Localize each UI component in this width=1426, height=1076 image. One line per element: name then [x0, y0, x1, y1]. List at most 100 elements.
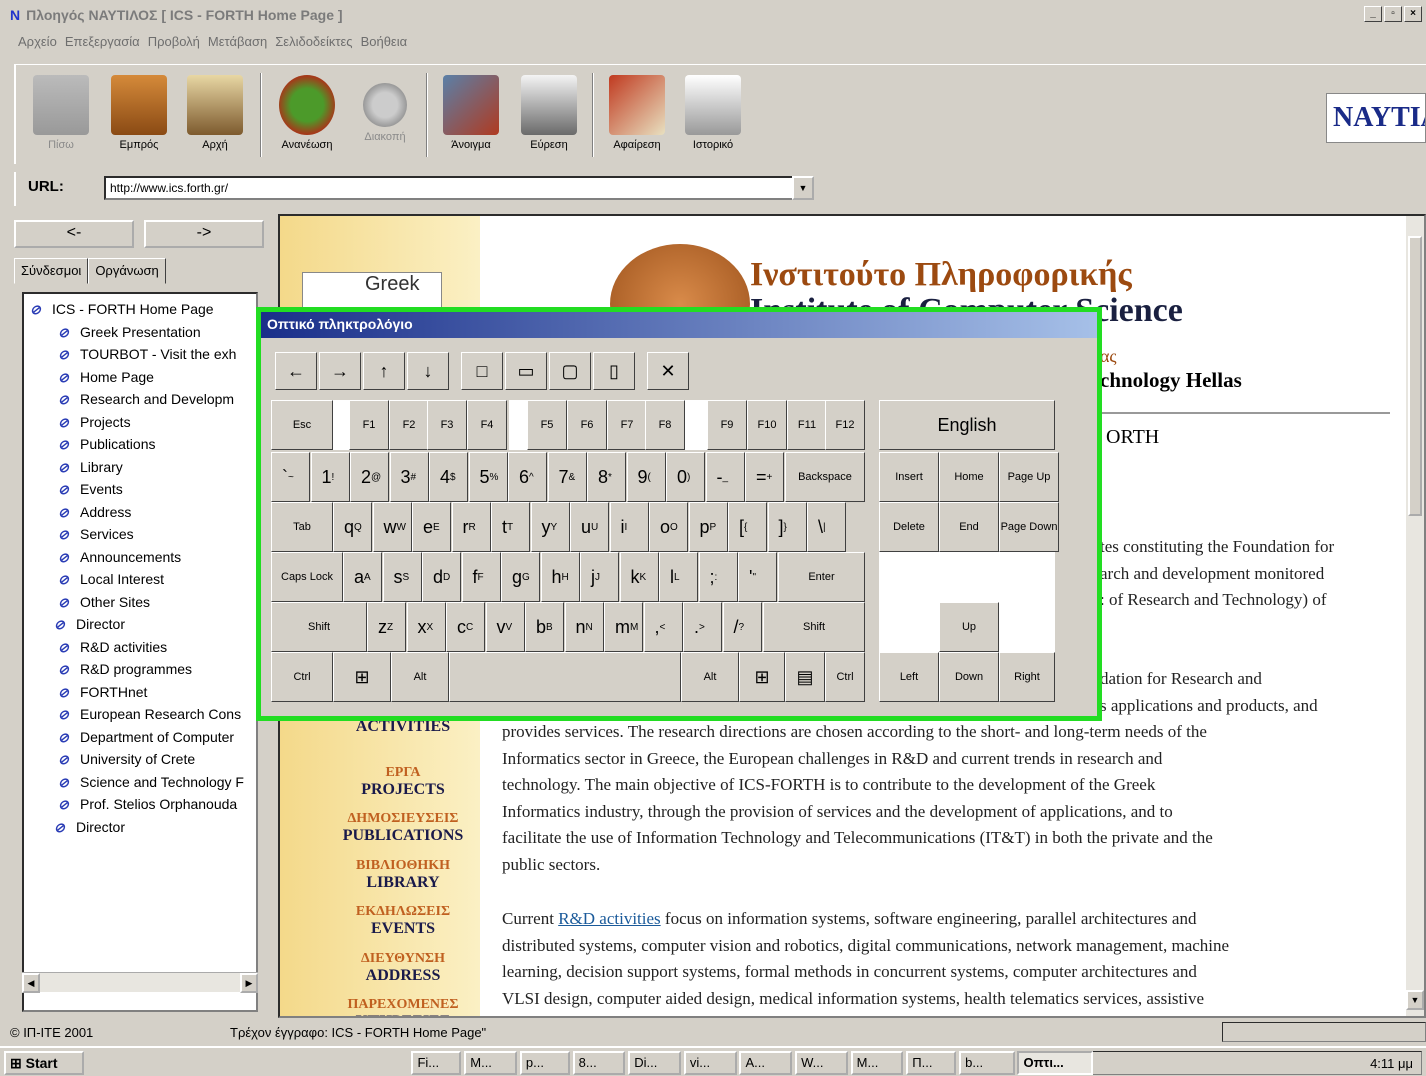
key-char[interactable]: [{: [728, 502, 767, 552]
open-button[interactable]: Άνοιγμα: [436, 69, 506, 161]
key-char[interactable]: dD: [422, 552, 461, 602]
key-f7[interactable]: F7: [607, 400, 647, 450]
key-f10[interactable]: F10: [747, 400, 787, 450]
scroll-left-button[interactable]: ◀: [22, 973, 40, 993]
key-char[interactable]: 0): [666, 452, 705, 502]
key-char[interactable]: \ |: [807, 502, 846, 552]
key-f5[interactable]: F5: [527, 400, 567, 450]
taskbar-task[interactable]: p...: [519, 1051, 570, 1075]
tree-item[interactable]: ⊘ Prof. Stelios Orphanouda: [58, 793, 237, 815]
key-char[interactable]: 1!: [310, 452, 350, 502]
key-f6[interactable]: F6: [567, 400, 607, 450]
tree-item[interactable]: ⊘ Announcements: [58, 546, 181, 568]
close-keyboard-tool[interactable]: ✕: [647, 352, 689, 390]
key-char[interactable]: 3 #: [389, 452, 429, 502]
key-char[interactable]: wW: [372, 502, 412, 552]
tree-item[interactable]: ⊘ ICS - FORTH Home Page: [30, 298, 214, 320]
key-ctrl-right[interactable]: Ctrl: [825, 652, 865, 702]
stop-button[interactable]: Διακοπή: [350, 69, 420, 161]
remove-button[interactable]: Αφαίρεση: [602, 69, 672, 161]
key-char[interactable]: 5%: [468, 452, 508, 502]
key-char[interactable]: yY: [530, 502, 570, 552]
site-nav-item[interactable]: ΠΑΡΕΧΟΜΕΝΕΣΥΠΗΡΕΣΙΕΣ: [328, 997, 478, 1016]
key-char[interactable]: eE: [412, 502, 451, 552]
key-char[interactable]: rR: [451, 502, 491, 552]
key-alt-left[interactable]: Alt: [391, 652, 449, 702]
key-char[interactable]: 6 ^: [508, 452, 547, 502]
start-button[interactable]: ⊞ Start: [4, 1051, 84, 1075]
key-char[interactable]: pP: [688, 502, 728, 552]
close-button[interactable]: ×: [1404, 6, 1422, 22]
key-char[interactable]: oO: [649, 502, 688, 552]
tree-item[interactable]: ⊘ Services: [58, 523, 134, 545]
scroll-thumb[interactable]: [1408, 236, 1422, 516]
tree-item[interactable]: ⊘ Department of Computer: [58, 726, 234, 748]
tree-item[interactable]: ⊘ Projects: [58, 411, 131, 433]
key-shift-right[interactable]: Shift: [763, 602, 865, 652]
key-char[interactable]: sS: [382, 552, 422, 602]
tree-item[interactable]: ⊘ R&D activities: [58, 636, 167, 658]
key-char[interactable]: uU: [570, 502, 609, 552]
content-vscrollbar[interactable]: ▼: [1406, 216, 1424, 1016]
menu-file[interactable]: Αρχείο: [18, 34, 57, 56]
sidebar-forward-button[interactable]: ->: [144, 220, 264, 248]
tree-item[interactable]: ⊘ Library: [58, 456, 123, 478]
taskbar-task[interactable]: A...: [739, 1051, 793, 1075]
key-char[interactable]: bB: [525, 602, 564, 652]
site-nav-item[interactable]: ΔΙΕΥΘΥΝΣΗ ADDRESS: [328, 951, 478, 985]
back-button[interactable]: Πίσω: [26, 69, 96, 161]
taskbar-task[interactable]: 8...: [572, 1051, 626, 1075]
key-alt-right[interactable]: Alt: [681, 652, 739, 702]
key-f3[interactable]: F3: [427, 400, 467, 450]
key-esc[interactable]: Esc: [271, 400, 333, 450]
key-menu[interactable]: ▤: [785, 652, 825, 702]
reload-button[interactable]: Ανανέωση: [272, 69, 342, 161]
key-char[interactable]: mM: [604, 602, 643, 652]
key-char[interactable]: . >: [683, 602, 722, 652]
key-char[interactable]: iI: [609, 502, 649, 552]
tree-item[interactable]: ⊘ University of Crete: [58, 748, 195, 770]
tree-item[interactable]: ⊘ TOURBOT - Visit the exh: [58, 343, 236, 365]
key-right[interactable]: Right: [999, 652, 1055, 702]
key-f8[interactable]: F8: [645, 400, 685, 450]
key-char[interactable]: tT: [491, 502, 530, 552]
key-char[interactable]: /?: [722, 602, 762, 652]
key-f4[interactable]: F4: [467, 400, 507, 450]
key-char[interactable]: ' ": [738, 552, 777, 602]
key-ctrl-left[interactable]: Ctrl: [271, 652, 333, 702]
scroll-down-button[interactable]: ▼: [1406, 990, 1424, 1010]
tree-item[interactable]: ⊘ Science and Technology F: [58, 771, 244, 793]
forward-button[interactable]: Εμπρός: [104, 69, 174, 161]
key-char[interactable]: fF: [461, 552, 501, 602]
key-shift-left[interactable]: Shift: [271, 602, 367, 652]
key-windows-left[interactable]: ⊞: [333, 652, 391, 702]
tree-item[interactable]: ⊘ Director: [54, 816, 125, 838]
taskbar-task[interactable]: M...: [850, 1051, 904, 1075]
tree-item[interactable]: ⊘ European Research Cons: [58, 703, 241, 725]
right-arrow-tool[interactable]: →: [319, 352, 361, 390]
key-char[interactable]: hH: [540, 552, 580, 602]
menu-help[interactable]: Βοήθεια: [361, 34, 408, 56]
home-button[interactable]: Αρχή: [180, 69, 250, 161]
tree-item[interactable]: ⊘ Greek Presentation: [58, 321, 201, 343]
tab-links[interactable]: Σύνδεσμοι: [14, 258, 89, 284]
key-char[interactable]: vV: [485, 602, 525, 652]
tree-item[interactable]: ⊘ Publications: [58, 433, 156, 455]
menu-bookmarks[interactable]: Σελιδοδείκτες: [275, 34, 352, 56]
key-char[interactable]: ]}: [767, 502, 807, 552]
url-dropdown-button[interactable]: ▼: [792, 176, 814, 200]
taskbar-task[interactable]: Οπτι...: [1017, 1051, 1093, 1075]
key-caps-lock[interactable]: Caps Lock: [271, 552, 343, 602]
key-char[interactable]: 2 @: [350, 452, 389, 502]
tree-item[interactable]: ⊘ Events: [58, 478, 123, 500]
key-char[interactable]: nN: [564, 602, 604, 652]
key-char[interactable]: zZ: [367, 602, 406, 652]
key-enter[interactable]: Enter: [778, 552, 865, 602]
tree-item[interactable]: ⊘ Home Page: [58, 366, 154, 388]
key-windows-right[interactable]: ⊞: [739, 652, 785, 702]
key-nav[interactable]: Page Up: [999, 452, 1059, 502]
greek-presentation-logo[interactable]: Greek: [302, 272, 442, 312]
minimize-button[interactable]: _: [1364, 6, 1382, 22]
menu-edit[interactable]: Επεξεργασία: [65, 34, 140, 56]
taskbar-task[interactable]: W...: [795, 1051, 848, 1075]
